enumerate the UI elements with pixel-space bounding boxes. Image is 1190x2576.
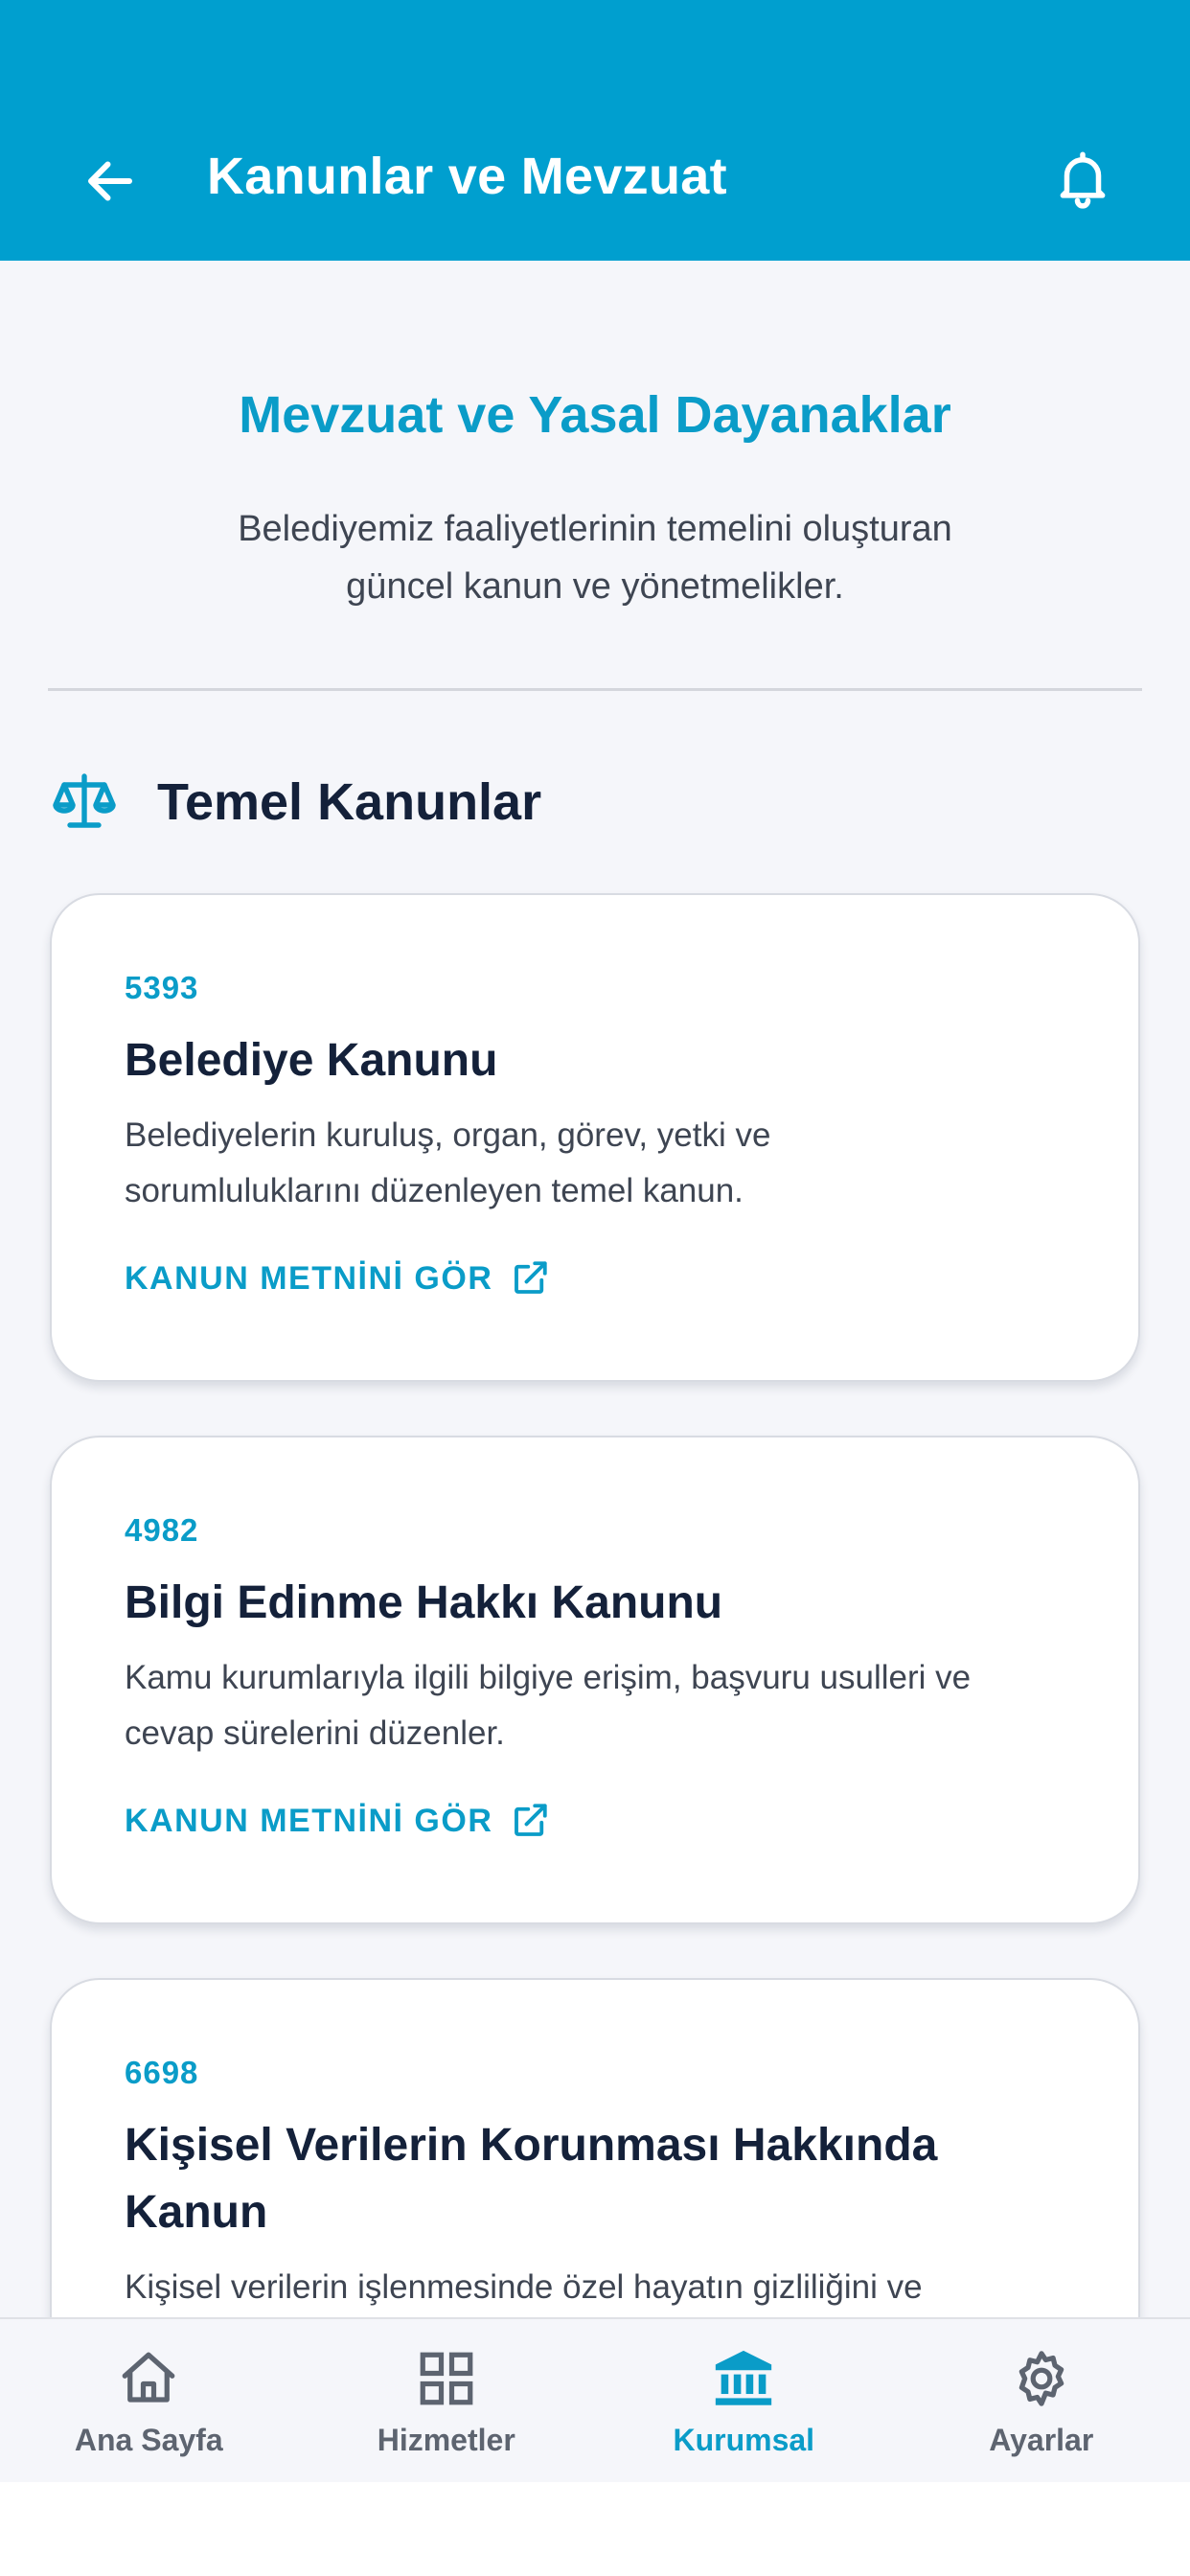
law-description: Kamu kurumlarıyla ilgili bilgiye erişim,…: [125, 1650, 1083, 1761]
nav-item-settings[interactable]: Ayarlar: [893, 2319, 1190, 2484]
bank-icon: [716, 2350, 772, 2405]
hero-subtitle: Belediyemiz faaliyetlerinin temelini olu…: [153, 500, 1037, 615]
home-icon: [122, 2352, 175, 2403]
main-content: Mevzuat ve Yasal Dayanaklar Belediyemiz …: [0, 261, 1190, 2317]
law-description-line2: cevap sürelerini düzenler.: [125, 1714, 505, 1752]
link-label: KANUN METNİNİ GÖR: [125, 1802, 493, 1839]
hero-subtitle-line2: güncel kanun ve yönetmelikler.: [346, 566, 844, 607]
law-title: Belediye Kanunu: [125, 1035, 498, 1086]
view-law-text-link[interactable]: KANUN METNİNİ GÖR: [125, 1250, 550, 1307]
law-description: Kişisel verilerin işlenmesinde özel haya…: [125, 2260, 1083, 2315]
law-number: 4982: [125, 1512, 199, 1548]
law-description: Belediyelerin kuruluş, organ, görev, yet…: [125, 1108, 1083, 1219]
scale-icon: [53, 773, 116, 828]
nav-item-services[interactable]: Hizmetler: [298, 2319, 596, 2484]
law-title: Kişisel Verilerin Korunması Hakkında Kan…: [125, 2112, 1044, 2246]
grid-icon: [420, 2352, 473, 2405]
link-label: KANUN METNİNİ GÖR: [125, 1259, 493, 1297]
section-header: Temel Kanunlar: [50, 759, 541, 845]
divider: [48, 688, 1142, 691]
law-number: 5393: [125, 970, 199, 1005]
bottom-navigation: Ana Sayfa Hizmetler Kurumsal Ayarlar: [0, 2317, 1190, 2482]
law-card-6698: 6698 Kişisel Verilerin Korunması Hakkınd…: [50, 1978, 1140, 2317]
law-description-line2: sorumluluklarını düzenleyen temel kanun.: [125, 1172, 744, 1209]
arrow-left-icon: [88, 161, 132, 201]
nav-label: Hizmetler: [377, 2423, 515, 2457]
gear-icon: [1018, 2351, 1064, 2406]
system-bottom-area: [0, 2482, 1190, 2576]
status-bar: [0, 0, 1190, 92]
hero-subtitle-line1: Belediyemiz faaliyetlerinin temelini olu…: [238, 509, 952, 549]
law-title: Bilgi Edinme Hakkı Kanunu: [125, 1577, 723, 1628]
nav-label: Ayarlar: [989, 2423, 1094, 2457]
nav-item-corporate[interactable]: Kurumsal: [595, 2319, 893, 2484]
page-title: Kanunlar ve Mevzuat: [207, 148, 727, 205]
nav-label: Ana Sayfa: [74, 2423, 223, 2457]
law-title-line2: Kanun: [125, 2187, 268, 2238]
law-description-line1: Kişisel verilerin işlenmesinde özel haya…: [125, 2268, 923, 2306]
nav-item-home[interactable]: Ana Sayfa: [0, 2319, 298, 2484]
law-title-line1: Kişisel Verilerin Korunması Hakkında: [125, 2120, 938, 2171]
law-number: 6698: [125, 2055, 199, 2090]
view-law-text-link[interactable]: KANUN METNİNİ GÖR: [125, 1792, 550, 1850]
external-link-icon: [515, 1261, 548, 1294]
app-bar: Kanunlar ve Mevzuat: [0, 92, 1190, 261]
bell-icon: [1060, 151, 1106, 209]
law-description-line1: Kamu kurumlarıyla ilgili bilgiye erişim,…: [125, 1659, 972, 1696]
notifications-button[interactable]: [1035, 130, 1131, 226]
law-description-line1: Belediyelerin kuruluş, organ, görev, yet…: [125, 1116, 771, 1154]
back-button[interactable]: [67, 138, 153, 224]
law-card-5393: 5393 Belediye Kanunu Belediyelerin kurul…: [50, 893, 1140, 1382]
law-card-4982: 4982 Bilgi Edinme Hakkı Kanunu Kamu kuru…: [50, 1436, 1140, 1924]
hero-title: Mevzuat ve Yasal Dayanaklar: [239, 386, 951, 444]
section-title: Temel Kanunlar: [157, 773, 542, 831]
external-link-icon: [515, 1804, 548, 1836]
nav-label: Kurumsal: [673, 2423, 815, 2457]
